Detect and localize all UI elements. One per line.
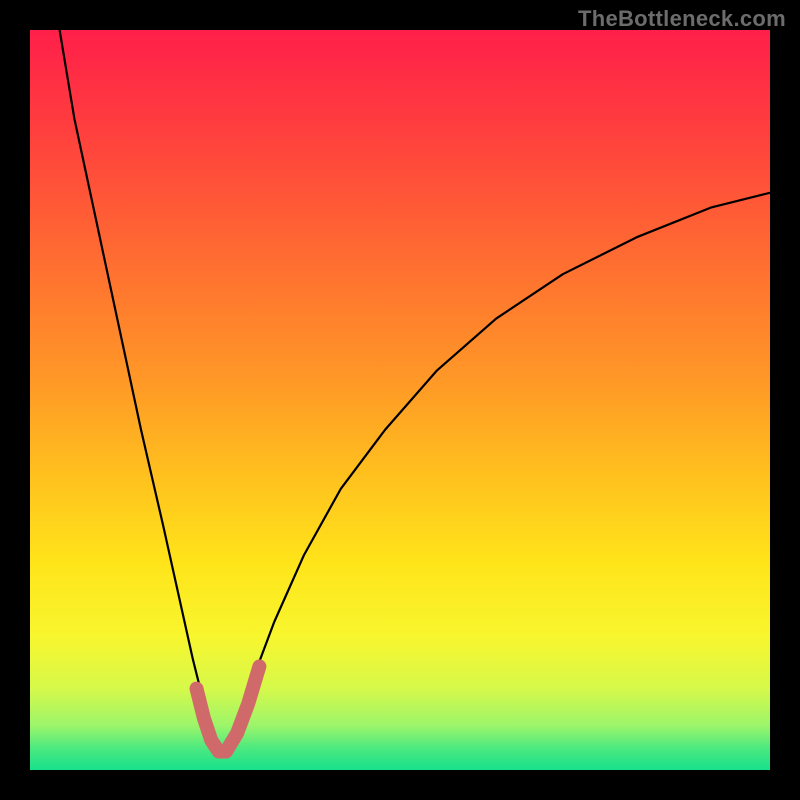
watermark-text: TheBottleneck.com (578, 6, 786, 32)
chart-frame: TheBottleneck.com (0, 0, 800, 800)
plot-area (30, 30, 770, 770)
optimal-zone-marker (197, 666, 260, 751)
bottleneck-curve (60, 30, 770, 755)
curve-svg (30, 30, 770, 770)
